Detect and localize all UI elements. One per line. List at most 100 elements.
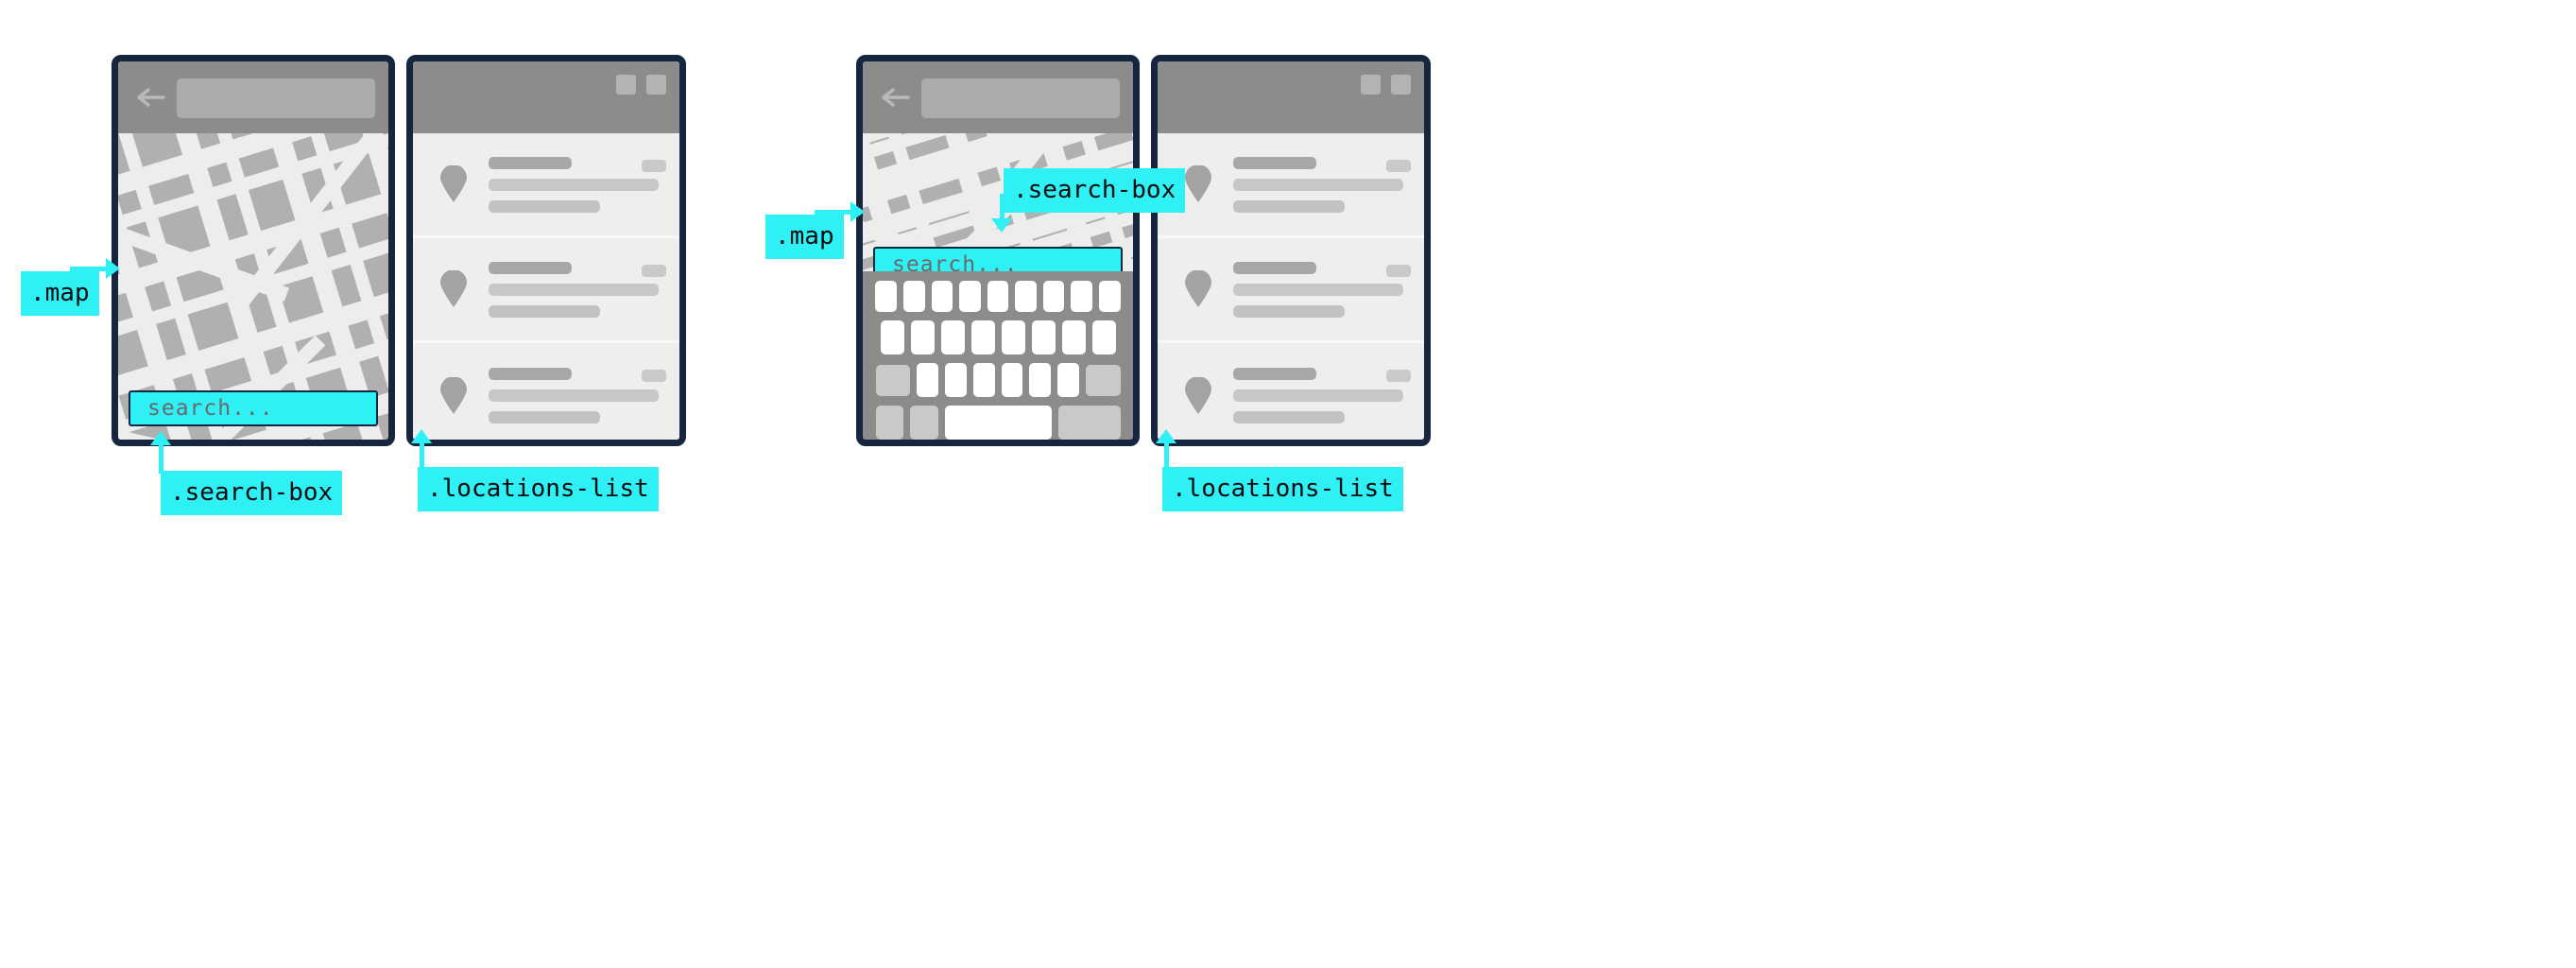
list-item-title <box>1233 156 1316 169</box>
map-panel-keyboard[interactable]: search... <box>856 55 1140 446</box>
map-search-field[interactable] <box>177 78 375 118</box>
list-item-title <box>1233 261 1316 274</box>
keyboard-key[interactable] <box>875 281 898 312</box>
minimize-button[interactable] <box>616 75 636 95</box>
map-panel-default[interactable]: search... <box>112 55 395 446</box>
list-item-line2 <box>1233 411 1345 424</box>
list-item[interactable] <box>413 133 679 238</box>
keyboard-key[interactable] <box>1071 281 1092 312</box>
keyboard-key[interactable] <box>1098 281 1121 312</box>
annotation-locations-list-right: .locations-list <box>1162 467 1403 511</box>
keyboard-key[interactable] <box>1029 363 1052 397</box>
locations-list[interactable] <box>413 133 679 440</box>
search-placeholder: search... <box>147 396 274 421</box>
annotation-map-left-arrowhead <box>106 258 120 279</box>
map-pin-icon <box>432 376 475 415</box>
list-item-title <box>1233 368 1316 380</box>
annotation-map-right-elbow <box>815 210 819 219</box>
locations-list-panel-default[interactable] <box>406 55 686 446</box>
annotation-search-box-right-line <box>1000 194 1005 220</box>
keyboard-key[interactable] <box>931 281 953 312</box>
annotation-search-box-left: .search-box <box>161 471 343 515</box>
keyboard-key[interactable] <box>972 363 995 397</box>
locations-list-panel-keyboard[interactable] <box>1151 55 1431 446</box>
status-badge <box>642 370 666 382</box>
status-badge <box>642 265 666 277</box>
keyboard-key[interactable] <box>880 320 904 354</box>
keyboard-key[interactable] <box>917 363 938 397</box>
annotation-map-left-line <box>74 267 110 271</box>
map-pin-icon <box>1176 270 1220 308</box>
list-item[interactable] <box>413 343 679 440</box>
locations-list[interactable] <box>1158 133 1424 440</box>
keyboard-row-1 <box>872 281 1124 312</box>
list-item-line1 <box>1233 178 1403 191</box>
keyboard-key[interactable] <box>987 281 1009 312</box>
keyboard-key[interactable] <box>1091 320 1116 354</box>
map-pin-icon <box>1176 376 1220 415</box>
keyboard-key[interactable] <box>940 320 965 354</box>
keyboard-key[interactable] <box>903 281 925 312</box>
maximize-button[interactable] <box>1391 75 1411 95</box>
list-item[interactable] <box>1158 343 1424 440</box>
list-item-line2 <box>489 304 600 318</box>
map-search-field[interactable] <box>921 78 1120 118</box>
search-box-default[interactable]: search... <box>129 390 378 426</box>
list-item[interactable] <box>413 238 679 343</box>
mockup-canvas: search... .map .search-box .locations-li… <box>0 0 2576 968</box>
space-key[interactable] <box>945 406 1053 440</box>
keyboard-key[interactable] <box>1057 363 1079 397</box>
status-badge <box>1386 160 1411 172</box>
list-item-line2 <box>1233 304 1345 318</box>
keyboard-key[interactable] <box>1042 281 1065 312</box>
on-screen-keyboard[interactable] <box>863 271 1133 440</box>
return-key[interactable] <box>1058 406 1121 440</box>
annotation-map-right-line <box>818 210 854 215</box>
keyboard-row-3 <box>872 363 1124 397</box>
list-item-title <box>489 156 572 169</box>
keyboard-key[interactable] <box>1061 320 1086 354</box>
keyboard-key[interactable] <box>910 320 935 354</box>
back-arrow-icon[interactable] <box>880 86 910 109</box>
annotation-search-box-right-arrowhead <box>991 218 1012 233</box>
keyboard-key[interactable] <box>1015 281 1037 312</box>
back-arrow-icon[interactable] <box>135 86 165 109</box>
keyboard-key[interactable] <box>1001 320 1025 354</box>
annotation-map-right: .map <box>765 215 844 259</box>
list-item-title <box>489 368 572 380</box>
backspace-key[interactable] <box>1085 364 1121 396</box>
list-topbar <box>413 61 679 133</box>
shift-key[interactable] <box>875 364 911 396</box>
list-item-line1 <box>489 389 659 402</box>
annotation-locations-list-left: .locations-list <box>418 467 659 511</box>
keyboard-key[interactable] <box>1031 320 1056 354</box>
list-topbar <box>1158 61 1424 133</box>
keyboard-key[interactable] <box>944 363 967 397</box>
keyboard-key[interactable] <box>959 281 981 312</box>
maximize-button[interactable] <box>646 75 666 95</box>
status-badge <box>1386 265 1411 277</box>
list-item-line2 <box>1233 199 1345 213</box>
annotation-locations-list-right-line <box>1164 442 1169 470</box>
status-badge <box>642 160 666 172</box>
map-topbar <box>863 61 1133 133</box>
status-badge <box>1386 370 1411 382</box>
symbols-key[interactable] <box>875 406 904 440</box>
map-pin-icon <box>432 270 475 308</box>
annotation-map-left: .map <box>21 271 99 316</box>
list-item-line1 <box>489 283 659 296</box>
map-pin-icon <box>432 165 475 203</box>
list-item[interactable] <box>1158 238 1424 343</box>
annotation-locations-list-left-arrowhead <box>411 429 432 443</box>
minimize-button[interactable] <box>1361 75 1381 95</box>
annotation-locations-list-left-line <box>420 442 424 470</box>
keyboard-key[interactable] <box>1001 363 1023 397</box>
list-item-line2 <box>489 199 600 213</box>
emoji-key[interactable] <box>910 406 938 440</box>
list-item[interactable] <box>1158 133 1424 238</box>
list-item-line1 <box>1233 389 1403 402</box>
keyboard-key[interactable] <box>970 320 995 354</box>
map-topbar <box>118 61 388 133</box>
list-item-title <box>489 261 572 274</box>
keyboard-row-2 <box>872 320 1124 354</box>
